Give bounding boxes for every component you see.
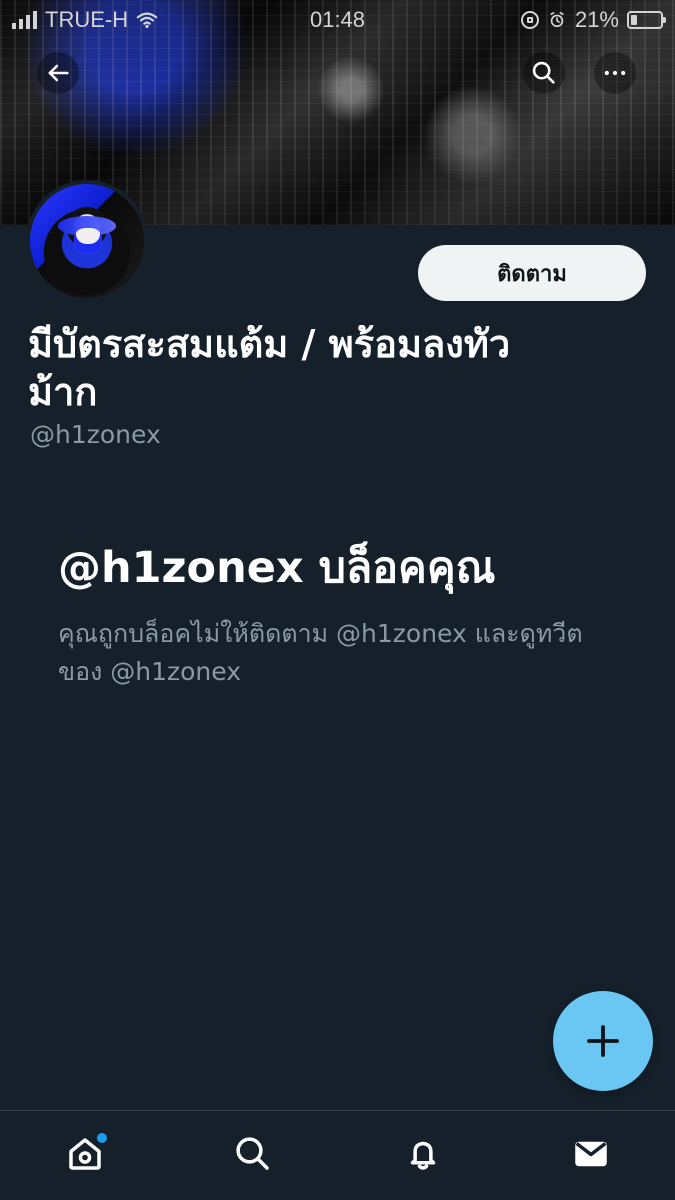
status-left: TRUE-H [12,7,158,33]
status-bar: TRUE-H 01:48 21% [0,0,675,40]
home-notification-dot [97,1133,107,1143]
status-time: 01:48 [309,7,366,32]
bell-icon [410,1141,436,1170]
notifications-tab[interactable] [402,1133,444,1175]
home-tab[interactable] [64,1133,107,1175]
battery-level [631,15,637,25]
wifi-icon [136,12,158,29]
mail-icon [575,1141,607,1167]
plus-icon [587,1025,619,1057]
blocked-message: คุณถูกบล็อคไม่ให้ติดตาม @h1zonex และดูทว… [58,619,583,686]
alarm-icon [550,12,564,28]
back-button[interactable] [37,52,79,94]
more-button[interactable] [594,52,636,94]
blocked-title: @h1zonex บล็อคคุณ [58,543,496,593]
profile-handle: @h1zonex [30,420,161,449]
search-tab[interactable] [232,1133,274,1175]
battery-icon [627,11,666,29]
follow-button[interactable]: ติดตาม [418,245,646,301]
profile-header-nav [0,50,675,106]
profile-name: มีบัตรสะสมแต้ม / พร้อมลงทัวม้าก [28,322,511,415]
compose-button[interactable] [553,991,653,1091]
signal-icon [12,11,37,29]
search-icon [532,61,555,84]
search-icon [236,1137,269,1170]
battery-percent: 21% [574,7,619,32]
status-right: 21% [520,7,666,33]
bottom-navigation [0,1111,675,1200]
rotation-lock-icon [520,11,539,29]
header-search-button[interactable] [523,52,565,94]
messages-tab[interactable] [570,1133,612,1175]
more-icon [604,70,626,76]
profile-avatar[interactable] [26,180,148,302]
carrier-label: TRUE-H [45,7,129,32]
arrow-left-icon [48,64,69,82]
